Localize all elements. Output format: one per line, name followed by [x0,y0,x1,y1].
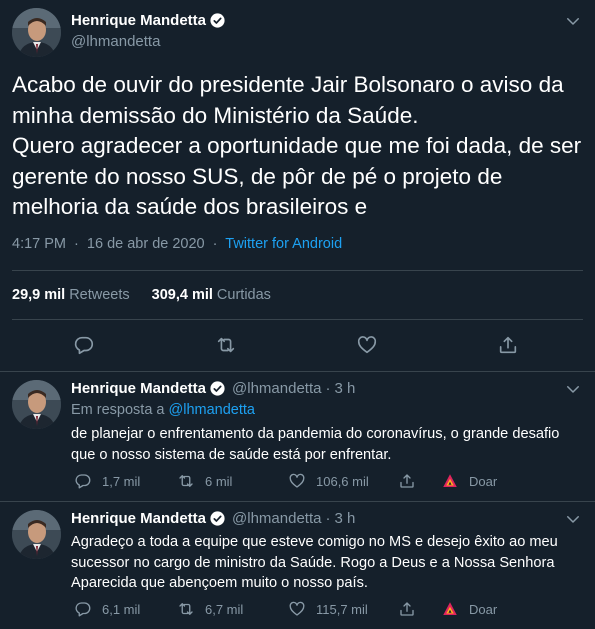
share-button[interactable] [398,600,426,618]
action-bar: 1,7 mil 6 mil 106,6 mil Doar [71,472,591,492]
donate-icon [443,602,457,615]
share-icon [400,602,414,616]
retweet-icon[interactable] [215,334,237,356]
avatar[interactable] [12,380,61,429]
likes-count: 309,4 mil [151,287,213,303]
likes-count: 106,6 mil [316,473,369,489]
reply-context: Em resposta a @lhmandetta [71,402,255,418]
avatar[interactable] [12,510,61,559]
likes-label: Curtidas [216,287,271,303]
donate-button[interactable]: Doar [441,472,497,490]
tweet-time[interactable]: 3 h [334,510,355,527]
heart-icon [289,601,305,616]
reply-button[interactable]: 6,1 mil [74,600,140,618]
reply-tweet[interactable]: Henrique Mandetta @lhmandetta · 3 h Agra… [0,502,595,629]
author-name[interactable]: Henrique Mandetta [71,510,206,527]
reply-to-mention[interactable]: @lhmandetta [169,402,255,418]
replies-count: 1,7 mil [102,473,141,489]
meta-separator: · [212,236,218,252]
tweet-source-link[interactable]: Twitter for Android [225,236,342,252]
action-bar: 6,1 mil 6,7 mil 115,7 mil Doar [71,600,591,620]
chevron-down-icon[interactable] [564,510,582,528]
retweets-count: 6 mil [205,473,233,489]
chevron-down-icon[interactable] [564,380,582,398]
donate-label: Doar [469,601,498,617]
avatar[interactable] [12,8,61,57]
retweet-icon [179,603,193,615]
action-bar [0,330,595,360]
author-row: Henrique Mandetta [71,12,226,29]
author-handle[interactable]: @lhmandetta [232,510,321,527]
verified-badge-icon [209,510,226,527]
divider [12,319,583,320]
like-button[interactable]: 115,7 mil [288,600,368,618]
retweet-button[interactable]: 6 mil [177,472,232,490]
retweets-count: 29,9 mil [12,287,66,303]
retweets-stat[interactable]: 29,9 mil Retweets [12,287,130,303]
donate-label: Doar [469,473,498,489]
reply-header: Henrique Mandetta @lhmandetta · 3 h [71,510,355,527]
tweet-time[interactable]: 3 h [334,380,355,397]
reply-tweet[interactable]: Henrique Mandetta @lhmandetta · 3 h Em r… [0,372,595,502]
divider [12,270,583,271]
retweets-label: Retweets [69,287,130,303]
reply-to-label: Em resposta a [71,402,165,418]
tweet-date[interactable]: 16 de abr de 2020 [87,236,205,252]
reply-header: Henrique Mandetta @lhmandetta · 3 h [71,380,355,397]
heart-icon [289,473,305,488]
tweet-meta: 4:17 PM · 16 de abr de 2020 · Twitter fo… [12,236,342,252]
author-name[interactable]: Henrique Mandetta [71,380,206,397]
tweet-text: Acabo de ouvir do presidente Jair Bolson… [12,72,582,219]
author-handle[interactable]: @lhmandetta [232,380,321,397]
chevron-down-icon[interactable] [564,12,582,30]
verified-badge-icon [209,380,226,397]
tweet-time[interactable]: 4:17 PM [12,236,66,252]
meta-separator: · [74,236,79,252]
reply-icon[interactable] [73,334,95,356]
main-tweet: Henrique Mandetta @lhmandetta Acabo de o… [0,0,595,372]
share-button[interactable] [398,472,426,490]
likes-stat[interactable]: 309,4 mil Curtidas [152,287,271,303]
reply-icon [75,474,91,489]
donate-button[interactable]: Doar [441,600,497,618]
likes-count: 115,7 mil [316,601,368,617]
author-handle[interactable]: @lhmandetta [71,33,160,50]
stat-gap [130,287,152,303]
like-button[interactable]: 106,6 mil [288,472,369,490]
author-name[interactable]: Henrique Mandetta [71,12,206,29]
retweet-icon [179,475,193,487]
reply-icon [75,602,91,617]
retweets-count: 6,7 mil [205,601,244,617]
reply-button[interactable]: 1,7 mil [74,472,140,490]
verified-badge-icon [209,12,226,29]
meta-separator: · [325,380,331,397]
donate-icon [443,474,457,487]
share-icon[interactable] [497,334,519,356]
meta-separator: · [325,510,331,527]
tweet-stats: 29,9 mil Retweets 309,4 mil Curtidas [12,287,271,303]
tweet-text: de planejar o enfrentamento da pandemia … [71,426,560,463]
replies-count: 6,1 mil [102,601,141,617]
heart-icon[interactable] [356,334,378,356]
share-icon [400,474,414,488]
tweet-text: Agradeço a toda a equipe que esteve comi… [71,534,558,591]
retweet-button[interactable]: 6,7 mil [177,600,243,618]
